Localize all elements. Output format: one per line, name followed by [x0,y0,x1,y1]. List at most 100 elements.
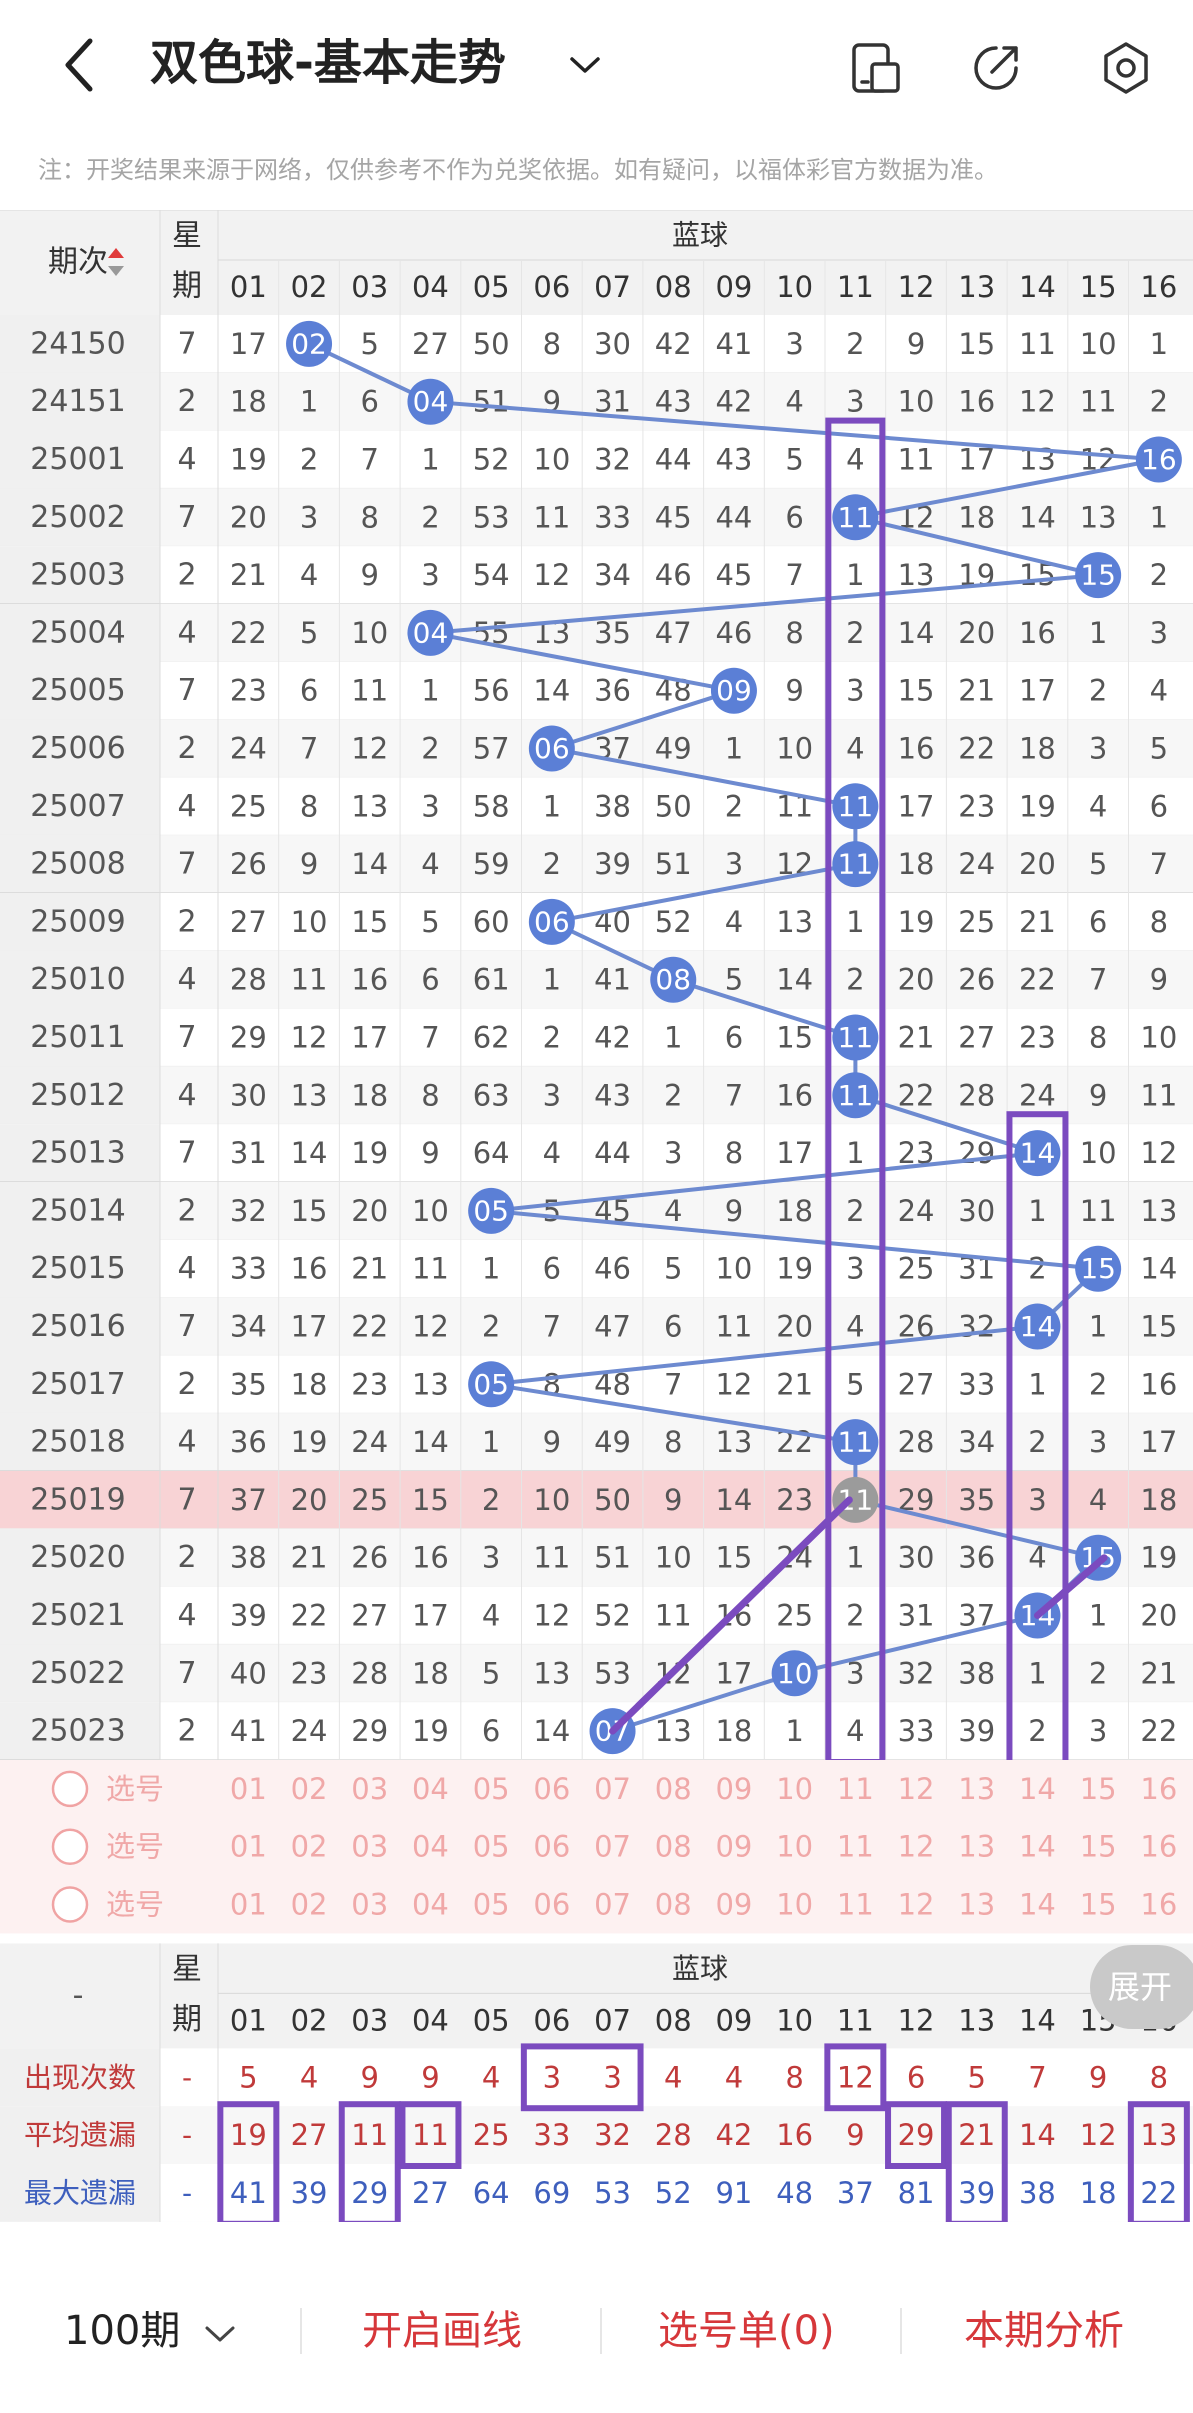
miss-value: 24 [230,732,267,766]
miss-value: 10 [898,385,935,419]
miss-value: 27 [898,1367,935,1401]
miss-value: 1 [421,674,439,708]
draw-line-button[interactable]: 开启画线 [362,2296,522,2366]
page-title[interactable]: 双色球-基本走势 [150,28,506,98]
miss-value: 15 [1140,1310,1177,1344]
stats-value: 9 [1089,2060,1107,2094]
select-label: 选号 [106,1772,164,1806]
select-number-15: 15 [1080,1772,1117,1806]
miss-value: 7 [785,558,803,592]
column-header-07: 07 [594,2003,631,2037]
miss-value: 18 [1140,1483,1177,1517]
miss-value: 17 [291,1310,328,1344]
miss-value: 41 [230,1714,267,1748]
share-button[interactable] [966,38,1026,98]
miss-value: 43 [594,1078,631,1112]
miss-value: 49 [594,1425,631,1459]
miss-value: 18 [898,847,935,881]
weekday-cell: 4 [177,789,196,824]
expand-button[interactable]: 展开 [1090,1945,1193,2029]
miss-value: 3 [846,674,864,708]
miss-value: 1 [421,443,439,477]
miss-value: 17 [412,1599,449,1633]
miss-value: 8 [725,1136,743,1170]
miss-value: 3 [300,500,318,534]
stats-label: 出现次数 [24,2061,136,2094]
miss-value: 19 [291,1425,328,1459]
miss-value: 15 [291,1194,328,1228]
select-number-09: 09 [715,1772,752,1806]
toolbar-divider [300,2308,302,2354]
miss-value: 3 [785,327,803,361]
miss-value: 54 [473,558,510,592]
select-number-03: 03 [351,1830,388,1864]
stats-value: 29 [898,2118,935,2152]
app-header: 双色球-基本走势 [0,0,1193,130]
miss-value: 28 [351,1656,388,1690]
miss-value: 30 [594,327,631,361]
weekday-cell: 4 [177,962,196,997]
select-number-11: 11 [837,1772,874,1806]
select-number-08: 08 [655,1772,692,1806]
miss-value: 35 [230,1367,267,1401]
miss-value: 1 [846,1541,864,1575]
miss-value: 38 [594,789,631,823]
miss-value: 34 [230,1310,267,1344]
device-button[interactable] [846,38,906,98]
settings-button[interactable] [1096,38,1156,98]
weekday-cell: 2 [177,731,196,766]
miss-value: 22 [351,1310,388,1344]
ball-number: 16 [1141,443,1177,476]
miss-value: 11 [1019,327,1056,361]
select-radio[interactable] [51,1828,89,1865]
stats-dash: - [182,2061,192,2094]
miss-value: 13 [1080,500,1117,534]
miss-value: 56 [473,674,510,708]
select-number-14: 14 [1019,1830,1056,1864]
miss-value: 53 [473,500,510,534]
miss-value: 53 [594,1656,631,1690]
miss-value: 33 [958,1367,995,1401]
period-selector[interactable]: 100期 [64,2296,237,2366]
column-header-11: 11 [837,2003,874,2037]
miss-value: 34 [594,558,631,592]
select-number-09: 09 [715,1830,752,1864]
period-25022: 25022 [30,1656,125,1691]
miss-value: 22 [291,1599,328,1633]
miss-value: 51 [473,385,510,419]
select-number-16: 16 [1140,1888,1177,1922]
select-number-14: 14 [1019,1772,1056,1806]
miss-value: 23 [958,789,995,823]
stats-value: 33 [533,2118,570,2152]
analysis-button[interactable]: 本期分析 [964,2296,1124,2366]
miss-value: 4 [725,905,743,939]
back-button[interactable] [48,30,108,100]
column-header-02: 02 [291,2003,328,2037]
miss-value: 21 [351,1252,388,1286]
miss-value: 16 [1140,1367,1177,1401]
miss-value: 13 [291,1078,328,1112]
title-dropdown-button[interactable] [560,40,610,90]
miss-value: 14 [898,616,935,650]
miss-value: 1 [1028,1367,1046,1401]
select-radio[interactable] [51,1886,89,1923]
column-header-03: 03 [351,270,388,304]
miss-value: 57 [473,732,510,766]
miss-value: 2 [300,443,318,477]
miss-value: 32 [230,1194,267,1228]
stats-value: 13 [1140,2118,1177,2152]
miss-value: 23 [230,674,267,708]
select-list-button[interactable]: 选号单(0) [658,2296,835,2366]
select-number-01: 01 [230,1772,267,1806]
miss-value: 46 [715,616,752,650]
miss-value: 14 [1140,1252,1177,1286]
miss-value: 30 [898,1541,935,1575]
weekday-cell: 2 [177,384,196,419]
miss-value: 5 [846,1367,864,1401]
miss-value: 20 [776,1310,813,1344]
share-icon [974,46,1018,90]
select-radio[interactable] [51,1770,89,1808]
period-25010: 25010 [30,962,125,997]
miss-value: 2 [1028,1714,1046,1748]
column-header-01: 01 [230,270,267,304]
